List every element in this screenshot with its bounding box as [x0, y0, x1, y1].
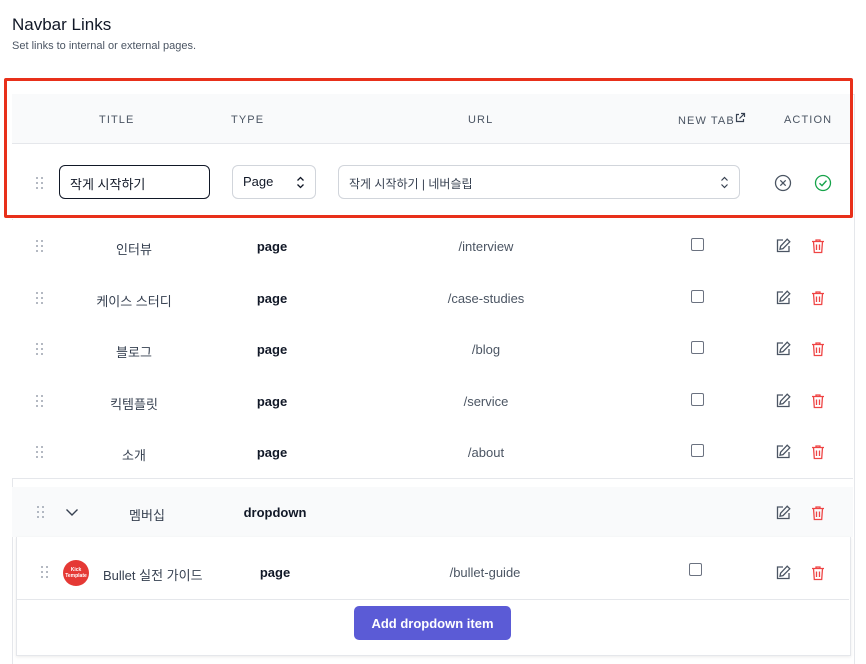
external-link-icon — [735, 112, 746, 123]
header-new-tab: NEW TAB — [678, 115, 735, 127]
delete-icon[interactable] — [809, 443, 827, 461]
type-select-value: Page — [243, 174, 274, 189]
cancel-edit-icon[interactable] — [774, 174, 792, 192]
row-type: page — [256, 342, 288, 357]
avatar: Kick Template — [63, 560, 89, 586]
url-select[interactable]: 작게 시작하기 | 네버슬립 — [338, 165, 740, 199]
row-type: page — [256, 291, 288, 306]
edit-icon[interactable] — [774, 392, 792, 410]
chevron-updown-icon — [721, 176, 728, 189]
delete-icon[interactable] — [809, 289, 827, 307]
new-tab-checkbox[interactable] — [691, 341, 704, 354]
type-select[interactable]: Page — [232, 165, 316, 199]
delete-icon[interactable] — [809, 504, 827, 522]
title-input[interactable]: 작게 시작하기 — [59, 165, 210, 199]
drag-handle-icon[interactable] — [36, 446, 44, 460]
dropdown-item-title: Bullet 실전 가이드 — [103, 568, 203, 583]
edit-icon[interactable] — [774, 289, 792, 307]
confirm-edit-icon[interactable] — [814, 174, 832, 192]
edit-icon[interactable] — [774, 237, 792, 255]
delete-icon[interactable] — [809, 237, 827, 255]
page-title: Navbar Links — [12, 15, 112, 34]
row-title: 킥템플릿 — [110, 397, 158, 412]
add-dropdown-item-button[interactable]: Add dropdown item — [354, 606, 511, 640]
drag-handle-icon[interactable] — [37, 506, 45, 520]
dropdown-item-url: /bullet-guide — [449, 565, 521, 580]
delete-icon[interactable] — [809, 340, 827, 358]
row-url: /service — [463, 394, 509, 409]
table-row: 블로그 page /blog — [12, 323, 853, 376]
new-tab-checkbox[interactable] — [691, 393, 704, 406]
row-title: 인터뷰 — [116, 242, 152, 257]
row-url: /interview — [458, 239, 514, 254]
drag-handle-icon[interactable] — [36, 395, 44, 409]
new-tab-checkbox[interactable] — [691, 290, 704, 303]
chevron-updown-icon — [297, 176, 304, 189]
drag-handle-icon[interactable] — [36, 343, 44, 357]
header-action: ACTION — [784, 114, 833, 126]
drag-handle-icon[interactable] — [36, 240, 44, 254]
edit-icon[interactable] — [774, 443, 792, 461]
drag-handle-icon[interactable] — [41, 566, 49, 580]
row-type: page — [256, 394, 288, 409]
header-type: TYPE — [231, 114, 265, 126]
row-url: /blog — [471, 342, 501, 357]
new-tab-checkbox[interactable] — [691, 444, 704, 457]
url-select-value: 작게 시작하기 | 네버슬립 — [349, 177, 473, 191]
new-tab-checkbox[interactable] — [689, 563, 702, 576]
edit-icon[interactable] — [774, 340, 792, 358]
row-title: 블로그 — [116, 345, 152, 360]
edit-icon[interactable] — [774, 504, 792, 522]
drag-handle-icon[interactable] — [36, 292, 44, 306]
dropdown-type: dropdown — [243, 505, 307, 520]
row-type: page — [256, 445, 288, 460]
row-url: /about — [467, 445, 505, 460]
new-tab-checkbox[interactable] — [691, 238, 704, 251]
dropdown-title: 멤버십 — [129, 508, 165, 523]
header-title: TITLE — [99, 114, 135, 126]
table-row: 킥템플릿 page /service — [12, 375, 853, 428]
dropdown-item-type: page — [259, 565, 291, 580]
header-url: URL — [468, 114, 494, 126]
row-url: /case-studies — [447, 291, 525, 306]
row-title: 케이스 스터디 — [96, 294, 172, 309]
delete-icon[interactable] — [809, 392, 827, 410]
row-type: page — [256, 239, 288, 254]
delete-icon[interactable] — [809, 564, 827, 582]
table-row: 케이스 스터디 page /case-studies — [12, 272, 853, 324]
table-row: 소개 page /about — [12, 427, 853, 479]
edit-icon[interactable] — [774, 564, 792, 582]
page-subtitle: Set links to internal or external pages. — [12, 40, 197, 52]
row-title: 소개 — [122, 448, 146, 463]
table-row: 인터뷰 page /interview — [12, 220, 853, 273]
drag-handle-icon[interactable] — [36, 177, 44, 191]
